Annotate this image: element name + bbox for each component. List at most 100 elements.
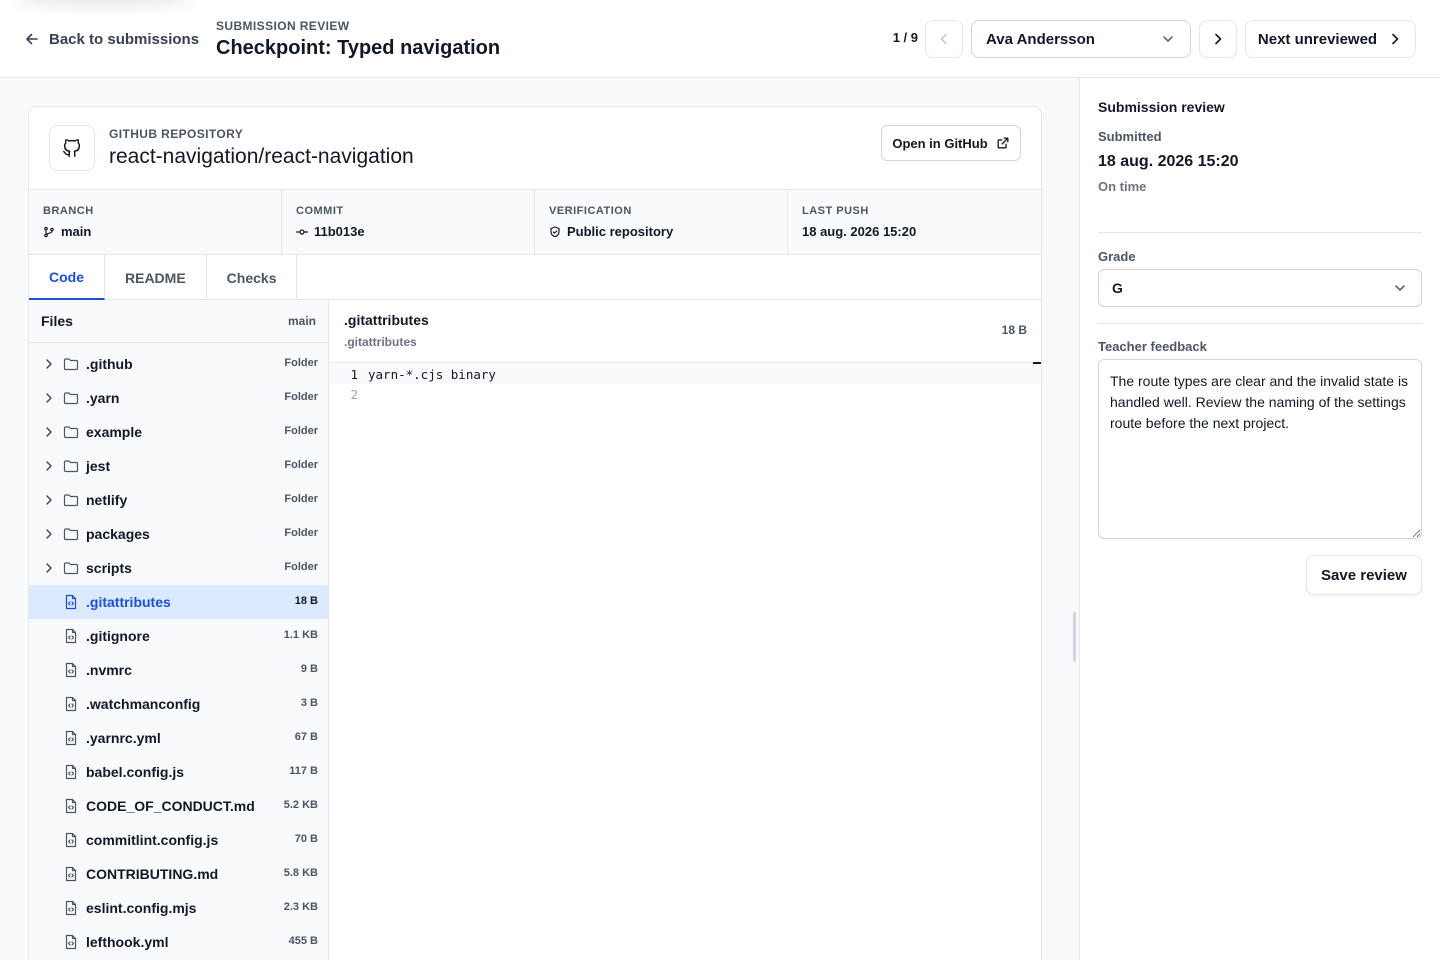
file-row[interactable]: babel.config.js 117 B — [29, 755, 328, 789]
line-text: yarn-*.cjs binary — [368, 366, 496, 382]
repository-tabs: Code README Checks — [29, 255, 1041, 300]
branch-value: main — [61, 224, 92, 239]
meta-value: main — [43, 224, 281, 239]
file-row[interactable]: .gitattributes 18 B — [29, 585, 328, 619]
meta-value: Public repository — [549, 224, 787, 239]
grade-select[interactable]: G — [1098, 269, 1422, 307]
file-name: .nvmrc — [86, 662, 132, 678]
file-row[interactable]: .nvmrc 9 B — [29, 653, 328, 687]
folder-icon — [63, 526, 79, 542]
file-tree-branch: main — [287, 314, 316, 328]
code-viewer-header: .gitattributes .gitattributes 18 B — [329, 300, 1041, 364]
file-name: CODE_OF_CONDUCT.md — [86, 798, 255, 814]
code-line: 1 yarn-*.cjs binary — [329, 364, 1041, 384]
file-row[interactable]: .watchmanconfig 3 B — [29, 687, 328, 721]
chevron-right-icon[interactable] — [42, 357, 56, 371]
folder-row[interactable]: example Folder — [29, 415, 328, 449]
resize-handle[interactable] — [1073, 612, 1076, 662]
submitted-label: Submitted — [1098, 129, 1162, 144]
chevron-right-icon — [1387, 31, 1403, 47]
file-size: Folder — [284, 561, 318, 573]
file-name: .yarn — [86, 390, 120, 406]
code-file-icon — [63, 934, 79, 950]
commit-value: 11b013e — [314, 224, 365, 239]
chevron-right-icon[interactable] — [42, 493, 56, 507]
file-size: 5.8 KB — [283, 867, 318, 879]
file-size: 67 B — [294, 731, 318, 743]
folder-icon — [63, 356, 79, 372]
chevron-right-icon[interactable] — [42, 561, 56, 575]
file-size: Folder — [284, 425, 318, 437]
file-size: 3 B — [300, 697, 318, 709]
back-link-label: Back to submissions — [49, 30, 200, 48]
last-push-value: 18 aug. 2026 15:20 — [802, 224, 917, 239]
folder-row[interactable]: netlify Folder — [29, 483, 328, 517]
file-row[interactable]: lefthook.yml 455 B — [29, 925, 328, 959]
line-number: 2 — [350, 386, 358, 402]
shield-icon — [549, 225, 561, 238]
file-row[interactable]: CONTRIBUTING.md 5.8 KB — [29, 857, 328, 891]
section-divider — [1098, 232, 1422, 233]
scroll-marker — [1033, 362, 1041, 364]
code-file-icon — [63, 866, 79, 882]
repository-meta: BRANCH main COMMIT 11b013e VERIFICATION — [29, 190, 1041, 255]
repository-card: GITHUB REPOSITORY react-navigation/react… — [28, 106, 1042, 960]
next-submission-button[interactable] — [1199, 20, 1237, 58]
folder-icon — [63, 424, 79, 440]
file-name: .yarnrc.yml — [86, 730, 161, 746]
review-panel: Submission review Submitted 18 aug. 2026… — [1098, 78, 1422, 960]
grade-label: Grade — [1098, 249, 1136, 264]
next-unreviewed-button[interactable]: Next unreviewed — [1245, 20, 1416, 58]
external-link-icon — [996, 136, 1010, 150]
code-file-icon — [63, 594, 79, 610]
file-row[interactable]: eslint.config.mjs 2.3 KB — [29, 891, 328, 925]
commit-icon — [296, 226, 308, 238]
chevron-right-icon[interactable] — [42, 425, 56, 439]
tab-readme[interactable]: README — [105, 255, 207, 300]
chevron-down-icon — [1160, 31, 1176, 47]
meta-value: 11b013e — [296, 224, 534, 239]
file-name: CONTRIBUTING.md — [86, 866, 219, 882]
folder-row[interactable]: .yarn Folder — [29, 381, 328, 415]
file-row[interactable]: .yarnrc.yml 67 B — [29, 721, 328, 755]
file-row[interactable]: .gitignore 1.1 KB — [29, 619, 328, 653]
repository-label: GITHUB REPOSITORY — [109, 127, 244, 141]
code-file-icon — [63, 798, 79, 814]
folder-row[interactable]: jest Folder — [29, 449, 328, 483]
branch-icon — [43, 226, 55, 238]
feedback-textarea[interactable]: The route types are clear and the invali… — [1098, 359, 1422, 539]
open-in-github-button[interactable]: Open in GitHub — [881, 125, 1021, 161]
student-select[interactable]: Ava Andersson — [971, 20, 1191, 58]
tab-code[interactable]: Code — [29, 255, 105, 300]
chevron-down-icon — [1392, 280, 1408, 296]
meta-label: VERIFICATION — [549, 205, 632, 217]
back-to-submissions-link[interactable]: Back to submissions — [24, 28, 199, 50]
previous-submission-button[interactable] — [925, 20, 963, 58]
meta-label: LAST PUSH — [802, 205, 869, 217]
save-review-button[interactable]: Save review — [1306, 555, 1422, 595]
file-size: 9 B — [300, 663, 318, 675]
file-size: Folder — [284, 527, 318, 539]
open-in-github-label: Open in GitHub — [892, 135, 988, 151]
submission-counter: 1 / 9 — [892, 30, 918, 45]
page-title: Checkpoint: Typed navigation — [216, 37, 501, 59]
code-file-icon — [63, 832, 79, 848]
folder-icon — [63, 390, 79, 406]
line-number: 1 — [350, 366, 358, 382]
chevron-right-icon[interactable] — [42, 459, 56, 473]
file-size: Folder — [284, 493, 318, 505]
chevron-right-icon[interactable] — [42, 391, 56, 405]
tab-checks[interactable]: Checks — [207, 255, 298, 300]
file-row[interactable]: commitlint.config.js 70 B — [29, 823, 328, 857]
file-name: example — [86, 424, 143, 440]
folder-row[interactable]: packages Folder — [29, 517, 328, 551]
chevron-left-icon — [936, 31, 952, 47]
chevron-right-icon[interactable] — [42, 527, 56, 541]
file-size: 2.3 KB — [283, 901, 318, 913]
folder-row[interactable]: scripts Folder — [29, 551, 328, 585]
folder-row[interactable]: .github Folder — [29, 347, 328, 381]
file-row[interactable]: CODE_OF_CONDUCT.md 5.2 KB — [29, 789, 328, 823]
section-divider — [1098, 323, 1422, 324]
next-unreviewed-label: Next unreviewed — [1257, 30, 1378, 48]
top-bar: Back to submissions SUBMISSION REVIEW Ch… — [0, 0, 1440, 78]
